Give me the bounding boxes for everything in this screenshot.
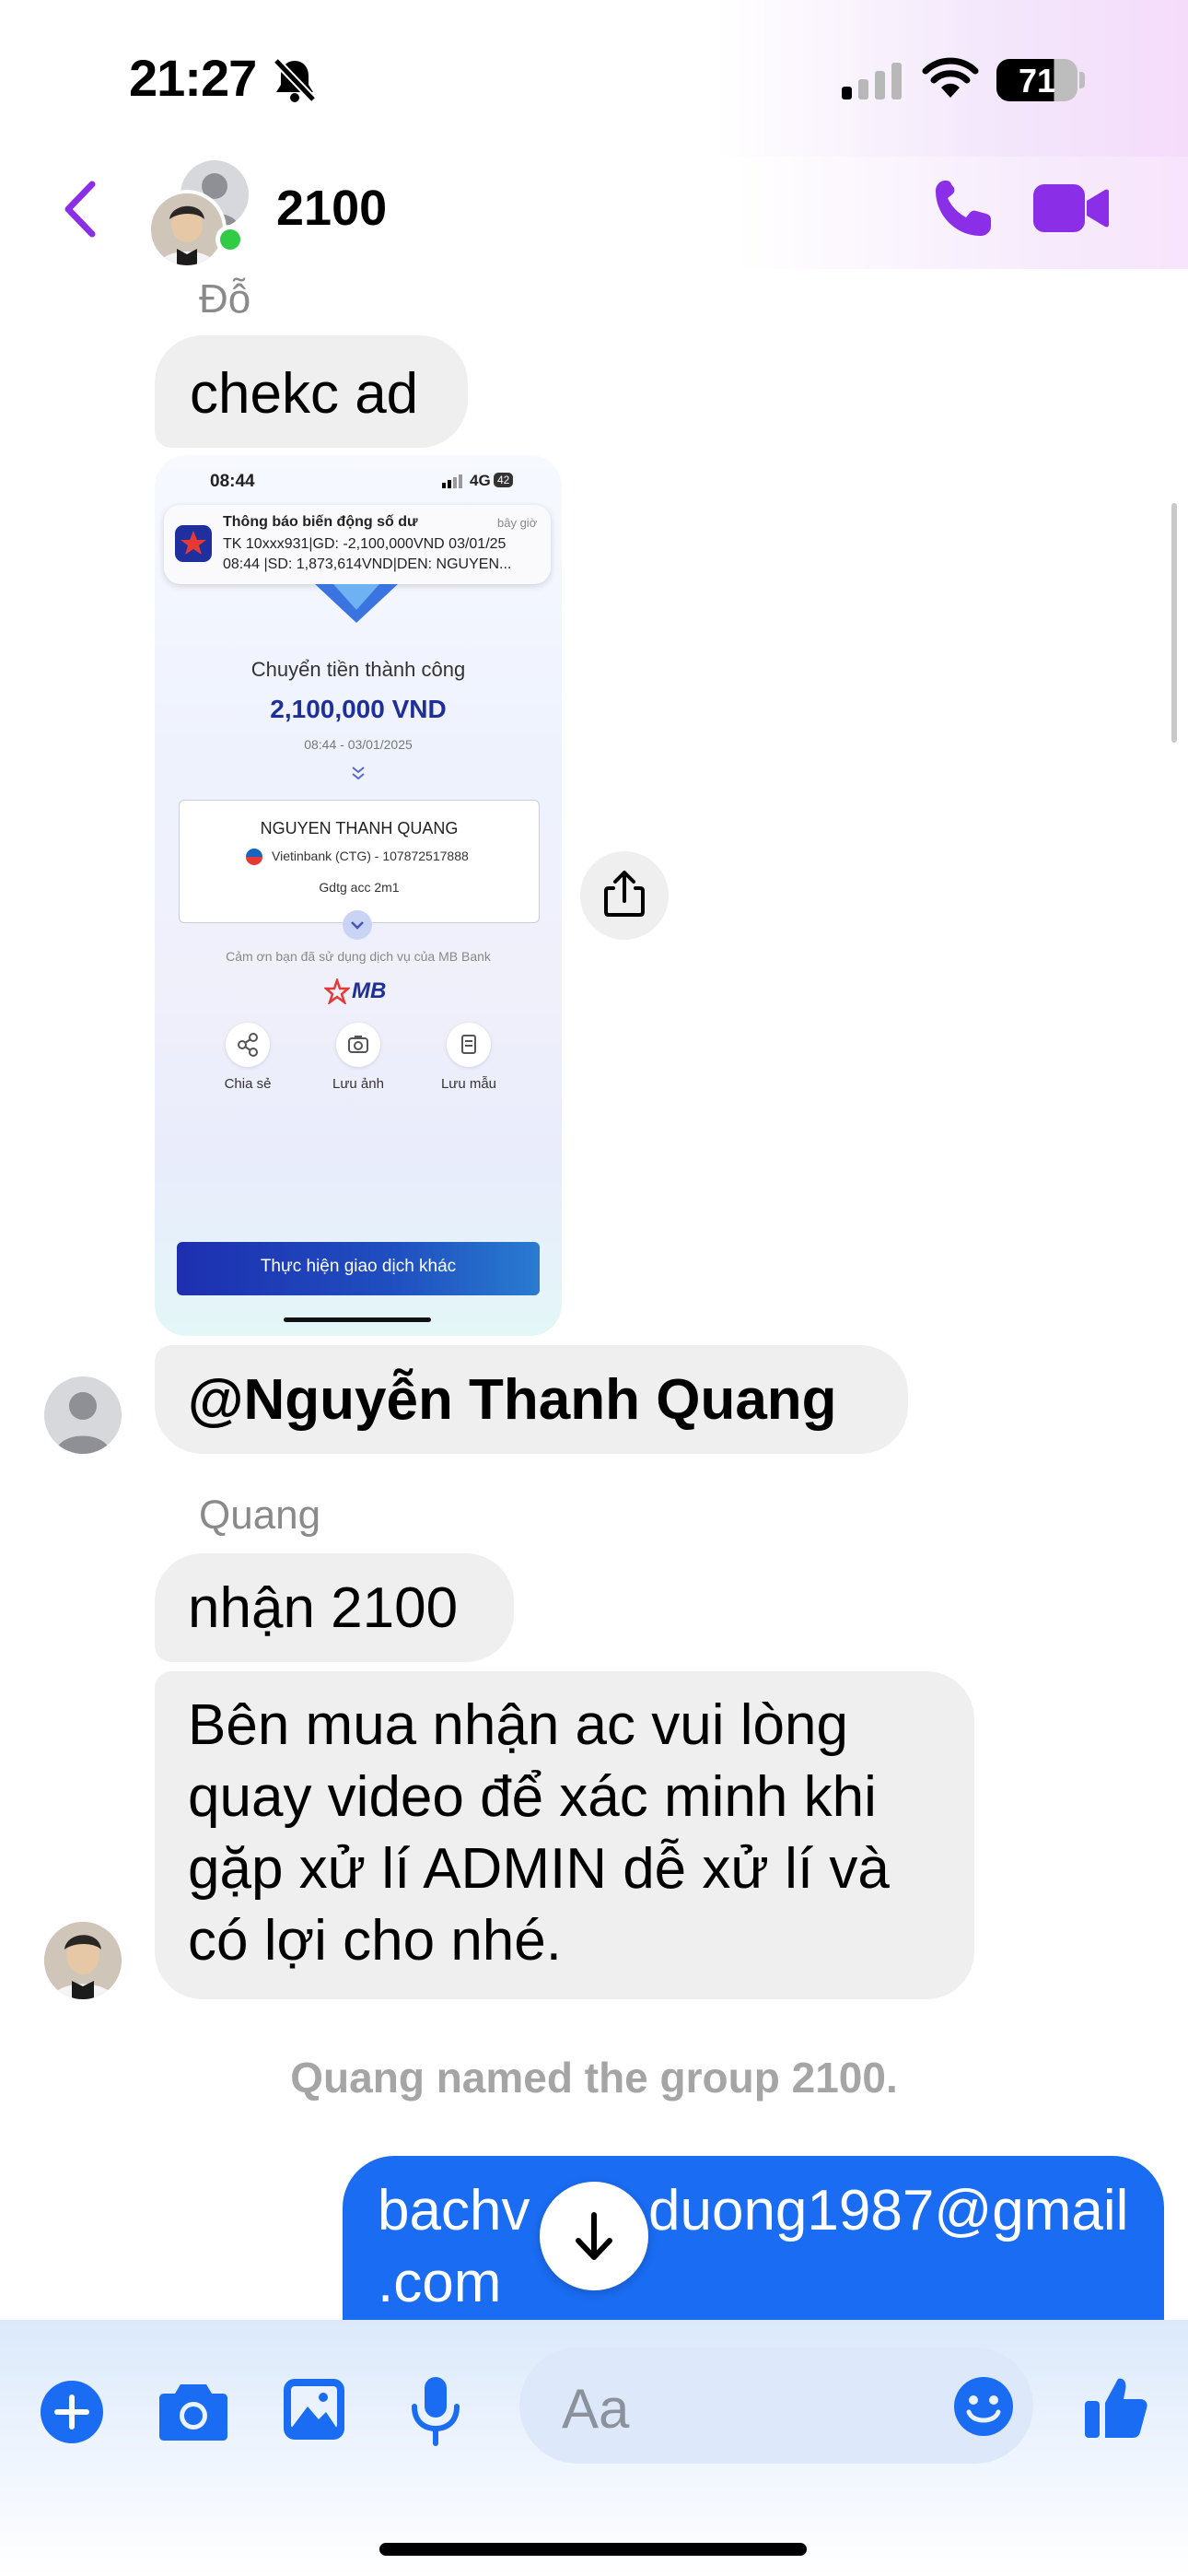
like-thumbs-up-icon[interactable] bbox=[1083, 2373, 1149, 2440]
notification-line-1: TK 10xxx931|GD: -2,100,000VND 03/01/25 bbox=[223, 536, 507, 552]
other-transaction-button: Thực hiện giao dịch khác bbox=[177, 1242, 540, 1295]
notification-title: Thông báo biến động số dư bbox=[223, 514, 418, 530]
message-bubble[interactable]: @Nguyễn Thanh Quang bbox=[155, 1345, 908, 1454]
scrollbar-thumb[interactable] bbox=[1171, 503, 1177, 743]
outgoing-text-part-1: bachv bbox=[378, 2179, 530, 2242]
avatar[interactable] bbox=[44, 1376, 122, 1454]
success-check-icon bbox=[315, 584, 398, 623]
transfer-datetime: 08:44 - 03/01/2025 bbox=[304, 737, 413, 752]
microphone-icon[interactable] bbox=[409, 2375, 462, 2447]
share-icon bbox=[226, 1023, 270, 1067]
back-chevron-icon[interactable] bbox=[61, 181, 98, 238]
action-save-image: Lưu ảnh bbox=[328, 1023, 389, 1092]
message-input-placeholder: Aa bbox=[562, 2378, 630, 2440]
notification-card: Thông báo biến động số dư bây giờ TK 10x… bbox=[164, 505, 551, 584]
recipient-card: NGUYEN THANH QUANG Vietinbank (CTG) - 10… bbox=[179, 800, 540, 923]
battery-cap bbox=[1079, 72, 1085, 88]
vietinbank-logo-icon bbox=[246, 849, 262, 865]
mb-app-icon bbox=[175, 525, 212, 562]
chat-title[interactable]: 2100 bbox=[276, 180, 387, 237]
message-bubble[interactable]: chekc ad bbox=[155, 335, 468, 448]
receipt-network-label: 4G bbox=[470, 472, 491, 489]
group-avatar-member-1[interactable] bbox=[147, 190, 227, 269]
phone-call-icon[interactable] bbox=[932, 177, 995, 240]
expand-chevrons-icon bbox=[352, 767, 365, 780]
transfer-amount: 2,100,000 VND bbox=[270, 695, 447, 723]
emoji-icon[interactable] bbox=[952, 2375, 1015, 2438]
battery-indicator: 71 bbox=[996, 59, 1077, 101]
transfer-note: Gdtg acc 2m1 bbox=[319, 880, 400, 895]
recipient-name: NGUYEN THANH QUANG bbox=[260, 819, 459, 837]
message-text: chekc ad bbox=[190, 362, 419, 426]
wifi-icon bbox=[922, 57, 979, 98]
action-share: Chia sẻ bbox=[217, 1023, 278, 1092]
receipt-battery-badge: 42 bbox=[494, 473, 514, 487]
share-upload-icon bbox=[604, 871, 645, 917]
arrow-down-icon bbox=[576, 2212, 612, 2260]
system-message: Quang named the group 2100. bbox=[290, 2054, 898, 2102]
camera-icon bbox=[336, 1023, 380, 1067]
message-input[interactable]: Aa bbox=[519, 2348, 1033, 2464]
bell-muted-icon bbox=[273, 57, 317, 103]
outgoing-text-line-2: .com bbox=[378, 2251, 502, 2314]
card-expand-icon bbox=[343, 910, 372, 940]
message-bubble[interactable]: nhận 2100 bbox=[155, 1553, 514, 1662]
receipt-status-time: 08:44 bbox=[210, 472, 255, 491]
document-icon bbox=[447, 1023, 491, 1067]
image-attachment-receipt[interactable]: 08:44 4G 42 Thông báo biến động số dư bâ… bbox=[155, 455, 562, 1336]
scroll-to-bottom-button[interactable] bbox=[540, 2182, 648, 2290]
notification-line-2: 08:44 |SD: 1,873,614VND|DEN: NGUYEN... bbox=[223, 556, 512, 572]
action-save-template: Lưu mẫu bbox=[438, 1023, 499, 1092]
cellular-signal-icon bbox=[842, 63, 902, 100]
video-call-icon[interactable] bbox=[1031, 181, 1109, 236]
plus-button[interactable] bbox=[41, 2381, 103, 2443]
action-save-image-label: Lưu ảnh bbox=[332, 1076, 384, 1092]
mb-brand-text: MB bbox=[352, 978, 387, 1003]
avatar[interactable] bbox=[44, 1922, 122, 1999]
home-indicator-in-image bbox=[284, 1317, 431, 1322]
sender-name: Đỗ bbox=[199, 276, 251, 322]
action-save-template-label: Lưu mẫu bbox=[440, 1076, 497, 1092]
online-status-dot bbox=[215, 225, 245, 254]
other-transaction-label: Thực hiện giao dịch khác bbox=[260, 1257, 457, 1276]
action-share-label: Chia sẻ bbox=[224, 1076, 272, 1092]
message-text: Bên mua nhận ac vui lòng quay video để x… bbox=[188, 1693, 890, 1973]
transfer-success-label: Chuyển tiền thành công bbox=[250, 658, 466, 681]
home-indicator bbox=[379, 2543, 807, 2556]
receipt-signal-icon bbox=[442, 474, 462, 488]
plus-icon bbox=[54, 2395, 89, 2430]
recipient-bank: Vietinbank (CTG) - 107872517888 bbox=[272, 849, 469, 863]
battery-level: 71 bbox=[1018, 62, 1056, 100]
gallery-icon[interactable] bbox=[282, 2377, 346, 2441]
notification-time: bây giờ bbox=[497, 516, 538, 530]
message-bubble[interactable]: Bên mua nhận ac vui lòng quay video để x… bbox=[155, 1671, 974, 1999]
status-time: 21:27 bbox=[129, 49, 257, 107]
thanks-text: Cảm ơn bạn đã sử dụng dịch vụ của MB Ban… bbox=[226, 949, 491, 964]
camera-icon[interactable] bbox=[158, 2381, 228, 2441]
sender-name: Quang bbox=[199, 1493, 321, 1538]
mention-text[interactable]: @Nguyễn Thanh Quang bbox=[188, 1367, 837, 1433]
share-image-button[interactable] bbox=[580, 851, 669, 940]
message-text: nhận 2100 bbox=[188, 1576, 459, 1640]
outgoing-text-part-2: duong1987@gmail bbox=[648, 2179, 1129, 2242]
